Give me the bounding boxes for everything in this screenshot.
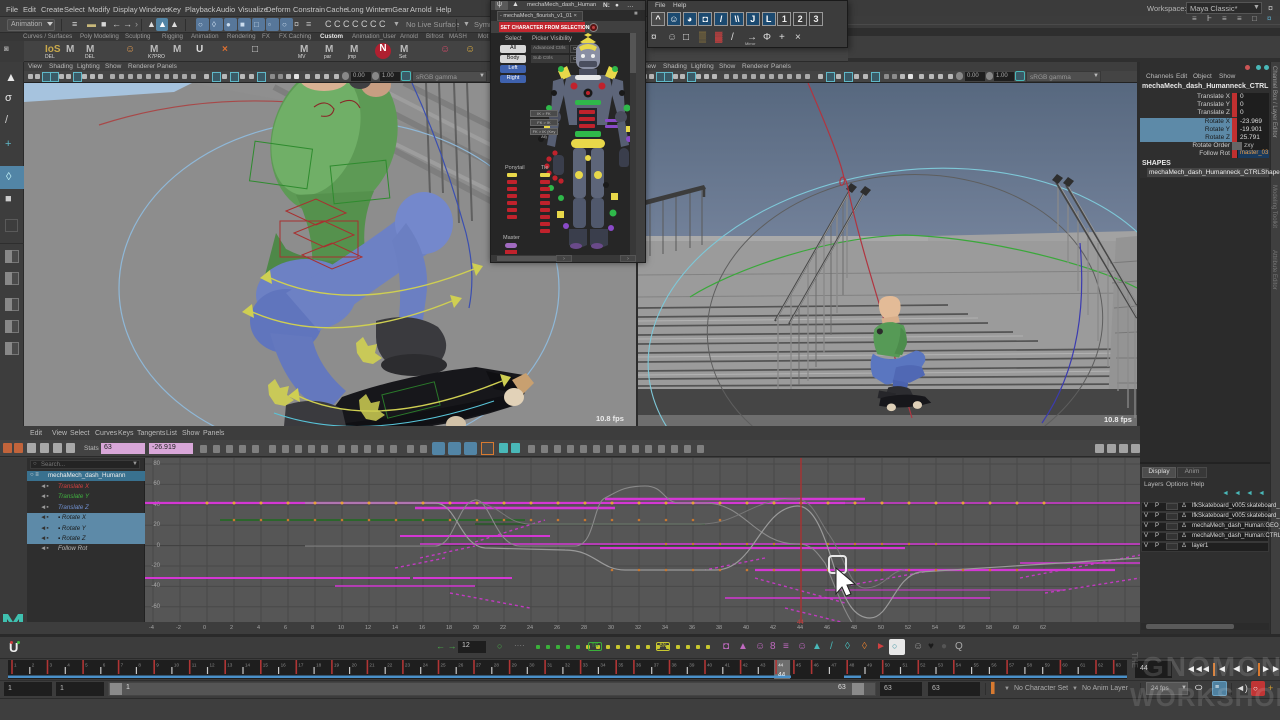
svg-text:38: 38 (672, 663, 678, 668)
svg-text:16: 16 (281, 663, 287, 668)
svg-text:62: 62 (1098, 663, 1104, 668)
svg-text:60: 60 (1062, 663, 1068, 668)
svg-text:6: 6 (103, 663, 106, 668)
svg-text:10: 10 (174, 663, 180, 668)
svg-text:39: 39 (689, 663, 695, 668)
svg-text:13: 13 (227, 663, 233, 668)
svg-text:32: 32 (565, 663, 571, 668)
svg-text:10.8 fps: 10.8 fps (1104, 415, 1132, 424)
svg-text:24: 24 (423, 663, 429, 668)
svg-text:26: 26 (458, 663, 464, 668)
svg-text:27: 27 (476, 663, 482, 668)
svg-text:57: 57 (1009, 663, 1015, 668)
svg-text:30: 30 (529, 663, 535, 668)
svg-text:12: 12 (210, 663, 216, 668)
svg-text:20: 20 (352, 663, 358, 668)
svg-text:4: 4 (67, 663, 70, 668)
svg-text:3: 3 (50, 663, 53, 668)
svg-text:33: 33 (583, 663, 589, 668)
svg-text:31: 31 (547, 663, 553, 668)
svg-text:52: 52 (920, 663, 926, 668)
svg-text:23: 23 (405, 663, 411, 668)
svg-text:7: 7 (121, 663, 124, 668)
svg-text:53: 53 (938, 663, 944, 668)
svg-text:34: 34 (600, 663, 606, 668)
svg-text:5: 5 (85, 663, 88, 668)
svg-text:21: 21 (369, 663, 375, 668)
svg-text:17: 17 (298, 663, 304, 668)
svg-text:9: 9 (156, 663, 159, 668)
svg-text:10.8 fps: 10.8 fps (596, 414, 624, 423)
svg-text:1: 1 (14, 663, 17, 668)
svg-text:47: 47 (831, 663, 837, 668)
svg-text:2: 2 (32, 663, 35, 668)
svg-text:44: 44 (778, 663, 784, 668)
svg-text:43: 43 (760, 663, 766, 668)
svg-text:45: 45 (796, 663, 802, 668)
svg-text:8: 8 (138, 663, 141, 668)
svg-text:22: 22 (387, 663, 393, 668)
svg-text:37: 37 (654, 663, 660, 668)
svg-text:59: 59 (1045, 663, 1051, 668)
svg-text:51: 51 (903, 663, 909, 668)
svg-text:55: 55 (974, 663, 980, 668)
svg-text:63: 63 (1116, 663, 1122, 668)
svg-text:48: 48 (849, 663, 855, 668)
svg-text:46: 46 (814, 663, 820, 668)
svg-text:29: 29 (512, 663, 518, 668)
svg-text:36: 36 (636, 663, 642, 668)
svg-text:56: 56 (991, 663, 997, 668)
svg-text:28: 28 (494, 663, 500, 668)
svg-text:25: 25 (441, 663, 447, 668)
svg-text:40: 40 (707, 663, 713, 668)
svg-text:35: 35 (618, 663, 624, 668)
svg-text:49: 49 (867, 663, 873, 668)
svg-text:18: 18 (316, 663, 322, 668)
svg-text:61: 61 (1080, 663, 1086, 668)
svg-text:50: 50 (885, 663, 891, 668)
svg-text:11: 11 (192, 663, 197, 668)
svg-text:14: 14 (245, 663, 251, 668)
svg-text:15: 15 (263, 663, 269, 668)
svg-text:19: 19 (334, 663, 340, 668)
svg-text:54: 54 (956, 663, 962, 668)
svg-text:42: 42 (743, 663, 749, 668)
svg-text:58: 58 (1027, 663, 1033, 668)
svg-text:41: 41 (725, 663, 731, 668)
